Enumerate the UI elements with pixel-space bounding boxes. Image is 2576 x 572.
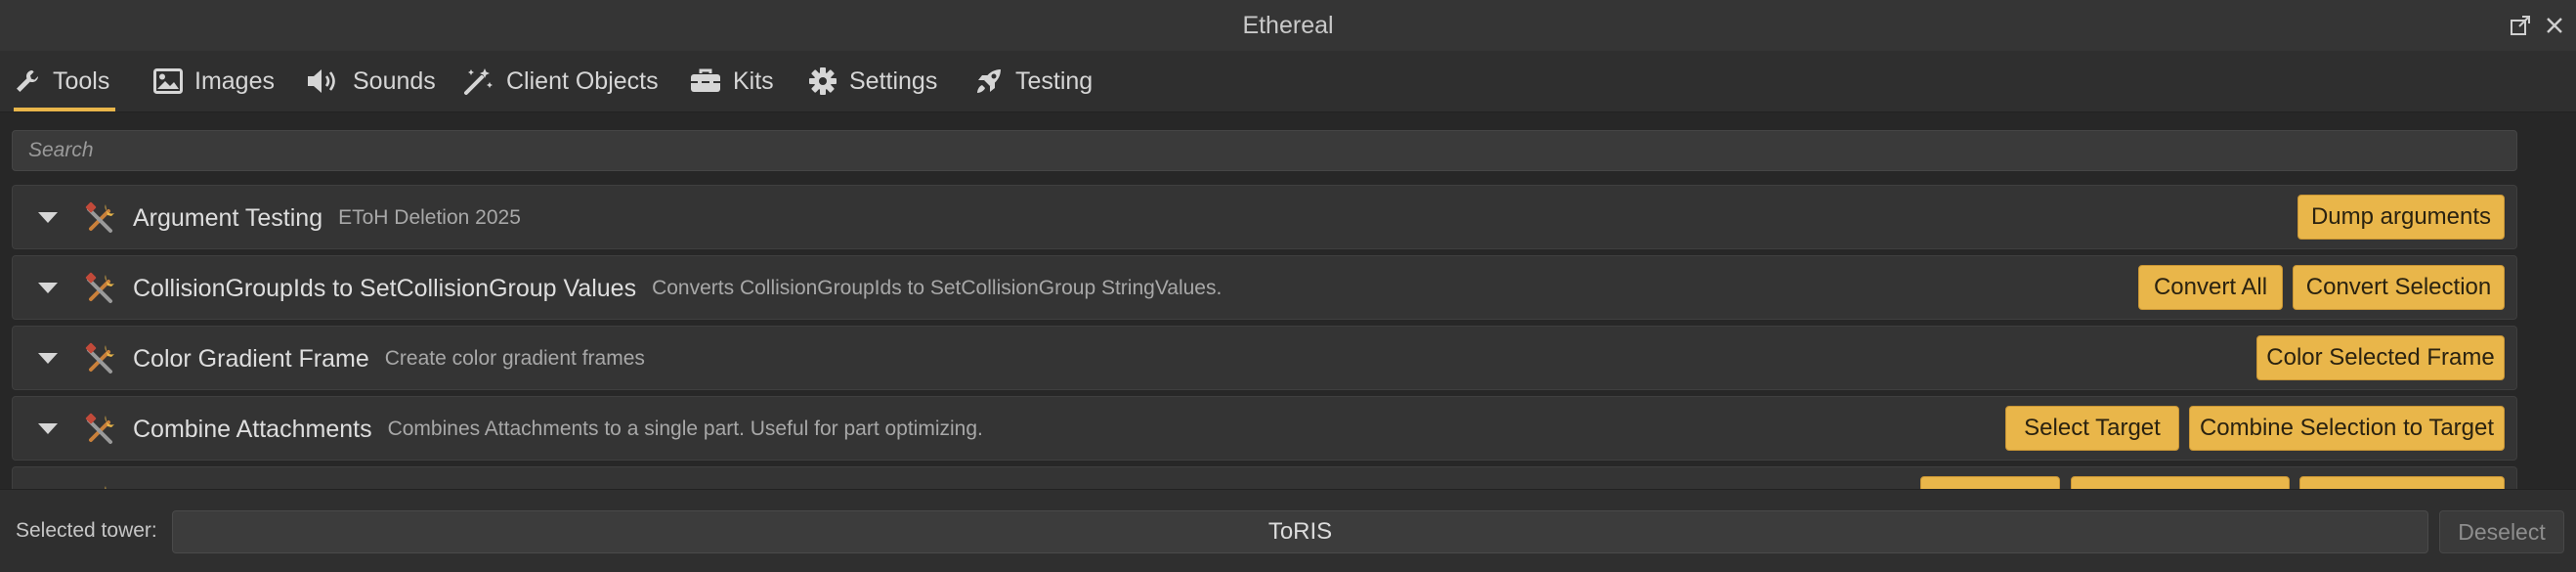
tab-testing[interactable]: Testing <box>974 51 1093 111</box>
chevron-down-icon[interactable] <box>36 349 60 372</box>
tab-images[interactable]: Images <box>153 51 275 111</box>
tab-label: Sounds <box>353 66 436 95</box>
tool-title: CollisionGroupIds to SetCollisionGroup V… <box>133 256 1222 321</box>
combine-selection-to-target-button[interactable]: Combine Selection to Target <box>2189 406 2505 451</box>
tool-icon <box>85 342 118 380</box>
tool-row-argument-testing: Argument Testing EToH Deletion 2025 Dump… <box>12 185 2517 249</box>
window-controls <box>2510 0 2564 51</box>
tool-action-button[interactable] <box>2299 476 2505 489</box>
tool-row-combine-attachments: Combine Attachments Combines Attachments… <box>12 396 2517 461</box>
search-input[interactable]: Search <box>12 130 2517 171</box>
tool-name: Color Gradient Frame <box>133 344 369 373</box>
tool-name: Argument Testing <box>133 203 323 232</box>
tool-description: EToH Deletion 2025 <box>338 206 521 229</box>
tool-name: CollisionGroupIds to SetCollisionGroup V… <box>133 274 637 302</box>
popout-icon[interactable] <box>2510 15 2531 36</box>
tool-description: Converts CollisionGroupIds to SetCollisi… <box>652 277 1223 299</box>
rocket-icon <box>974 66 1004 96</box>
title-bar: Ethereal <box>0 0 2576 52</box>
deselect-button[interactable]: Deselect <box>2439 510 2564 553</box>
select-target-button[interactable]: Select Target <box>2005 406 2179 451</box>
tab-settings[interactable]: Settings <box>808 51 937 111</box>
tool-row-collision-group-ids: CollisionGroupIds to SetCollisionGroup V… <box>12 255 2517 320</box>
tool-row-color-gradient-frame: Color Gradient Frame Create color gradie… <box>12 326 2517 390</box>
tool-title: Argument Testing EToH Deletion 2025 <box>133 186 521 250</box>
close-icon[interactable] <box>2545 16 2564 35</box>
selected-tower-field[interactable]: ToRIS <box>172 510 2428 553</box>
tool-icon <box>85 272 118 310</box>
selected-tower-label: Selected tower: <box>16 519 157 542</box>
tab-label: Tools <box>53 66 110 95</box>
tab-bar: Tools Images Sounds Client Objects Kits … <box>0 51 2576 112</box>
selected-tower-value: ToRIS <box>1267 518 1333 545</box>
tools-panel: Search Argument Testing EToH Deletion 20… <box>0 112 2576 489</box>
tool-name: Combine Attachments <box>133 415 372 443</box>
tab-tools[interactable]: Tools <box>14 51 116 111</box>
tool-title: Color Gradient Frame Create color gradie… <box>133 327 645 391</box>
tab-label: Settings <box>849 66 938 95</box>
tab-kits[interactable]: Kits <box>690 51 774 111</box>
scrollbar[interactable] <box>2531 130 2545 487</box>
convert-selection-button[interactable]: Convert Selection <box>2293 265 2505 310</box>
tool-title: Combine Attachments Combines Attachments… <box>133 397 983 462</box>
chevron-down-icon[interactable] <box>36 419 60 442</box>
gear-icon <box>808 66 837 96</box>
tool-icon <box>85 201 118 240</box>
chevron-down-icon[interactable] <box>36 208 60 231</box>
color-selected-frame-button[interactable]: Color Selected Frame <box>2256 335 2505 380</box>
tool-row-partial <box>12 466 2517 489</box>
magic-wand-icon <box>463 66 494 96</box>
toolbox-icon <box>690 68 721 94</box>
image-icon <box>153 68 183 94</box>
tool-description: Create color gradient frames <box>384 347 645 370</box>
wrench-icon <box>14 67 41 95</box>
dump-arguments-button[interactable]: Dump arguments <box>2297 195 2505 240</box>
tab-label: Client Objects <box>506 66 659 95</box>
window-title: Ethereal <box>1242 11 1334 39</box>
tab-label: Testing <box>1015 66 1094 95</box>
tab-client-objects[interactable]: Client Objects <box>463 51 659 111</box>
convert-all-button[interactable]: Convert All <box>2138 265 2283 310</box>
tool-action-button[interactable] <box>2071 476 2290 489</box>
speaker-icon <box>306 67 341 95</box>
tool-description: Combines Attachments to a single part. U… <box>387 418 983 440</box>
tab-sounds[interactable]: Sounds <box>306 51 436 111</box>
search-placeholder: Search <box>28 139 94 161</box>
tool-action-button[interactable] <box>1920 476 2060 489</box>
tab-label: Images <box>194 66 275 95</box>
tool-icon <box>85 413 118 451</box>
selection-bar: Selected tower: ToRIS Deselect <box>0 489 2576 572</box>
chevron-down-icon[interactable] <box>36 279 60 301</box>
tab-label: Kits <box>733 66 774 95</box>
